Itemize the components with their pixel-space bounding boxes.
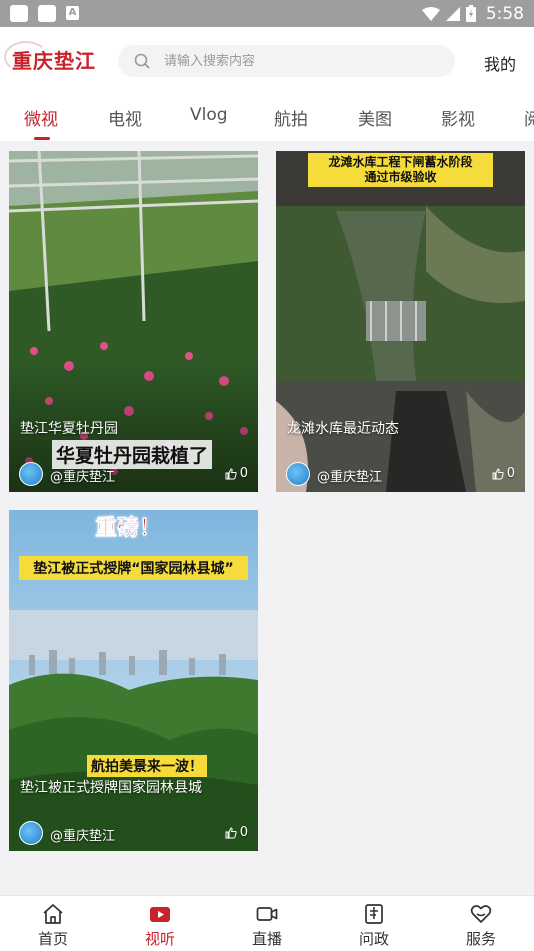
search-bar[interactable] [118, 45, 455, 77]
like-count[interactable]: 0 [225, 466, 248, 481]
tab-pictures[interactable]: 美图 [358, 105, 392, 130]
status-bar: A 5:58 [0, 0, 534, 27]
nav-home[interactable]: 首页 [23, 896, 83, 951]
video-caption-bottom: 航拍美景来一波！ [87, 755, 207, 777]
video-play-icon [150, 907, 170, 922]
cellular-signal-icon [445, 6, 460, 21]
report-icon [365, 904, 383, 924]
nav-label: 问政 [358, 930, 389, 948]
card-title: 垫江被正式授牌国家园林县城 [20, 780, 202, 796]
avatar [19, 462, 43, 486]
video-card[interactable]: 龙滩水库工程下闸蓄水阶段 通过市级验收 龙滩水库最近动态 @重庆垫江 0 [276, 151, 525, 492]
clock: 5:58 [485, 3, 524, 24]
search-input[interactable] [164, 45, 444, 77]
card-author: @重庆垫江 [50, 470, 116, 485]
like-count[interactable]: 0 [492, 466, 515, 481]
card-title: 龙滩水库最近动态 [287, 421, 399, 437]
battery-icon [465, 5, 476, 22]
nav-label: 服务 [465, 930, 496, 948]
thumbs-up-icon [225, 467, 237, 479]
video-card[interactable]: 重磅！ 垫江被正式授牌“国家园林县城” 航拍美景来一波！ 垫江被正式授牌国家园林… [9, 510, 258, 851]
video-caption-top: 重磅！ [95, 516, 162, 542]
notification-icon [10, 5, 28, 22]
nav-label: 视听 [144, 930, 175, 948]
like-count[interactable]: 0 [225, 825, 248, 840]
like-value: 0 [239, 825, 248, 840]
nav-audiovisual[interactable]: 视听 [130, 896, 190, 951]
nav-label: 首页 [37, 930, 68, 948]
tab-weishi[interactable]: 微视 [24, 105, 58, 130]
like-value: 0 [239, 466, 248, 481]
video-thumbnail [276, 151, 525, 492]
notification-icon [38, 5, 56, 22]
search-icon [134, 53, 150, 69]
video-caption: 垫江被正式授牌“国家园林县城” [19, 556, 248, 580]
avatar [19, 821, 43, 845]
like-value: 0 [506, 466, 515, 481]
tab-vlog[interactable]: Vlog [190, 105, 228, 125]
nav-label: 直播 [251, 930, 282, 948]
avatar [286, 462, 310, 486]
category-tabs: 微视 电视 Vlog 航拍 美图 影视 阅 [0, 93, 534, 141]
card-author: @重庆垫江 [317, 470, 383, 485]
bottom-navigation: 首页 视听 直播 问政 服务 [0, 895, 534, 951]
active-tab-indicator [34, 137, 50, 140]
nav-services[interactable]: 服务 [451, 896, 511, 951]
app-notification-icon: A [66, 6, 79, 20]
live-camera-icon [256, 907, 278, 921]
app-logo[interactable]: 重庆垫江 [12, 45, 96, 74]
tab-tv[interactable]: 电视 [108, 105, 142, 130]
heart-service-icon [470, 905, 492, 923]
app-header: 重庆垫江 我的 [0, 27, 534, 93]
card-author: @重庆垫江 [50, 829, 116, 844]
video-caption: 华夏牡丹园栽植了 [52, 440, 213, 469]
nav-inquiry[interactable]: 问政 [344, 896, 404, 951]
wifi-icon [421, 6, 440, 21]
card-title: 垫江华夏牡丹园 [20, 421, 118, 437]
tab-film[interactable]: 影视 [441, 105, 475, 130]
mine-button[interactable]: 我的 [484, 51, 516, 75]
thumbs-up-icon [225, 826, 237, 838]
tab-read[interactable]: 阅 [524, 105, 534, 130]
home-icon [43, 904, 63, 924]
nav-live[interactable]: 直播 [237, 896, 297, 951]
video-caption: 龙滩水库工程下闸蓄水阶段 通过市级验收 [308, 153, 493, 187]
thumbs-up-icon [492, 467, 504, 479]
video-card[interactable]: 华夏牡丹园栽植了 垫江华夏牡丹园 @重庆垫江 0 [9, 151, 258, 492]
tab-aerial[interactable]: 航拍 [274, 105, 308, 130]
